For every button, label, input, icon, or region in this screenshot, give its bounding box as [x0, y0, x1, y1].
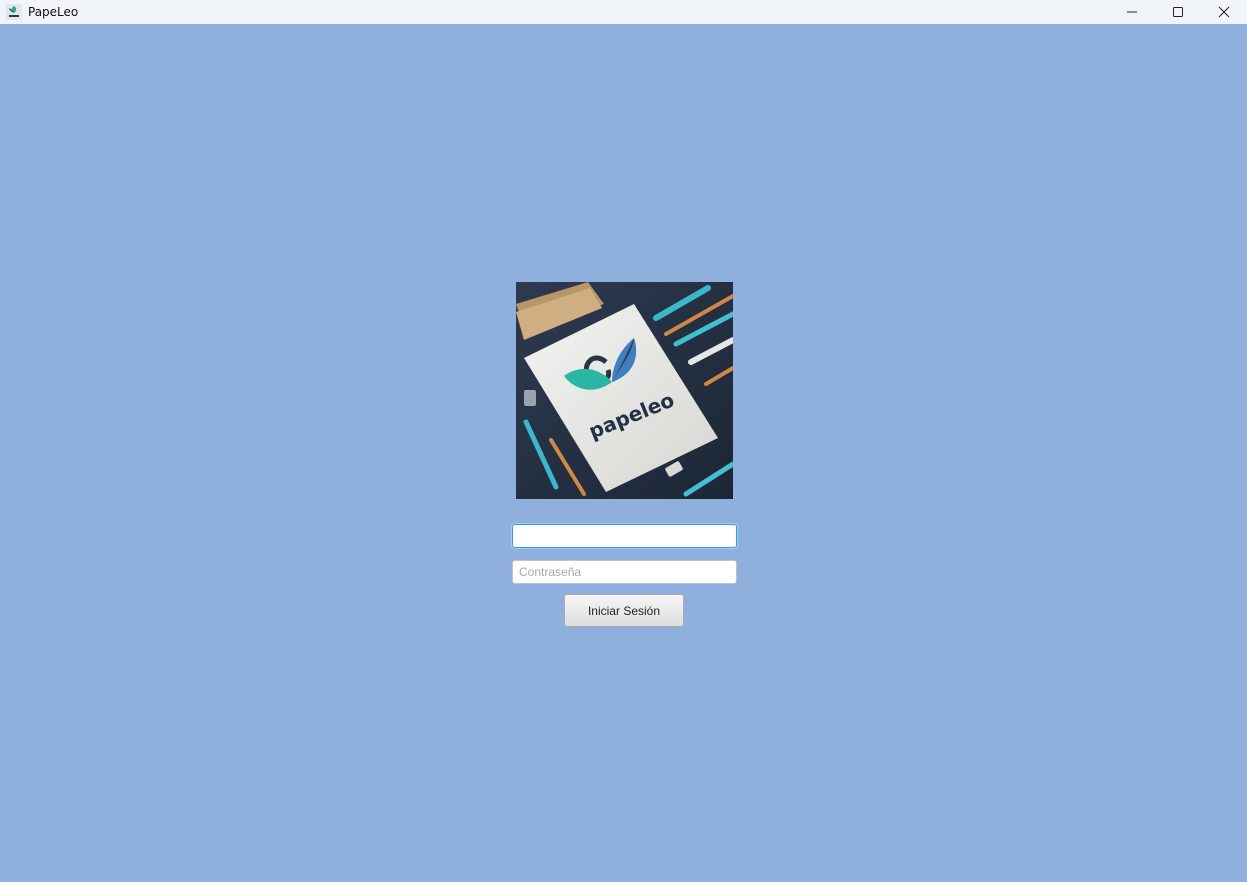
window-controls: [1109, 0, 1247, 24]
maximize-icon: [1173, 7, 1183, 17]
close-icon: [1218, 6, 1230, 18]
app-window: PapeLeo papeleo Iniciar Sesión: [0, 0, 1247, 882]
password-input[interactable]: [512, 560, 737, 584]
title-bar: PapeLeo: [0, 0, 1247, 24]
app-icon: [6, 4, 22, 20]
minimize-button[interactable]: [1109, 0, 1155, 24]
maximize-button[interactable]: [1155, 0, 1201, 24]
window-title: PapeLeo: [28, 5, 79, 19]
minimize-icon: [1127, 11, 1137, 13]
username-input[interactable]: [512, 524, 737, 548]
close-button[interactable]: [1201, 0, 1247, 24]
papeleo-logo-image: papeleo: [516, 282, 733, 499]
login-button[interactable]: Iniciar Sesión: [564, 594, 684, 627]
